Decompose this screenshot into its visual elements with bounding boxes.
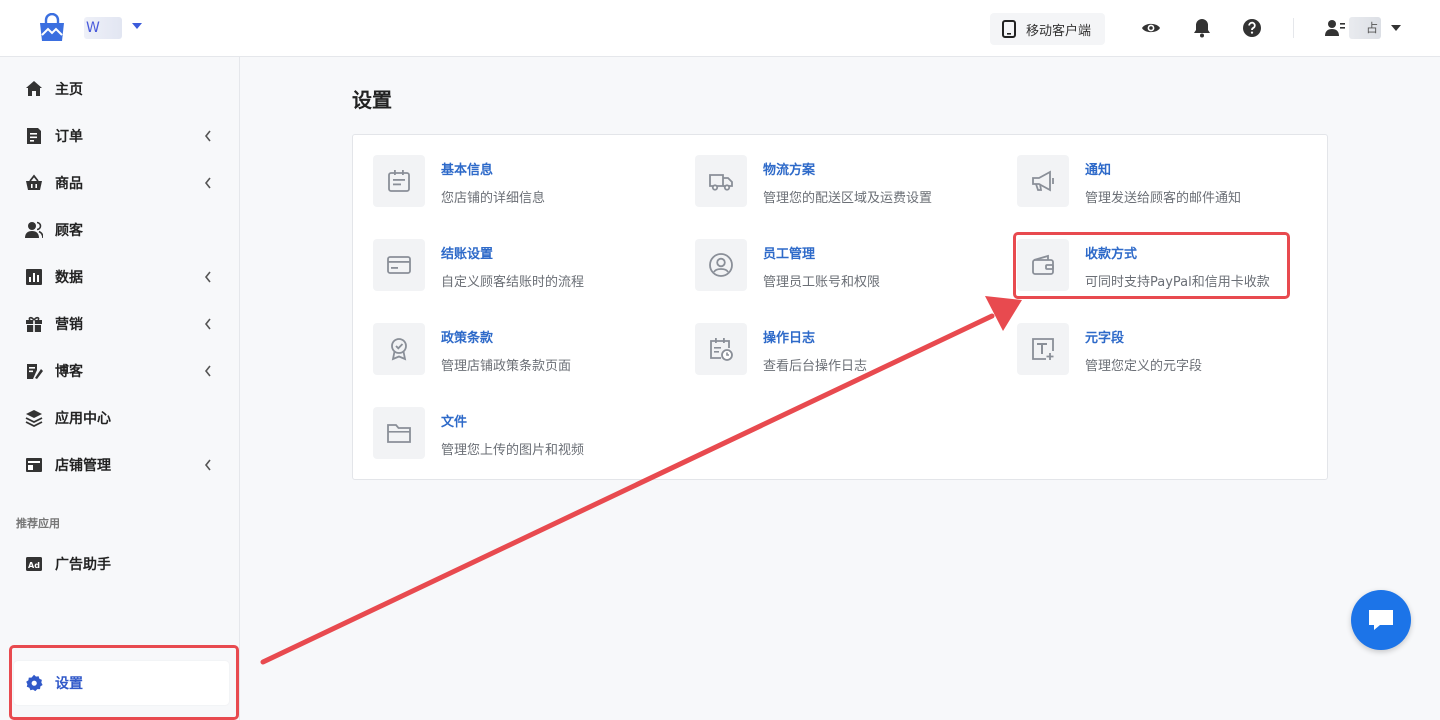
order-icon <box>27 128 41 144</box>
tile-title[interactable]: 员工管理 <box>763 243 880 262</box>
sidebar-item-customers[interactable]: 顾客 <box>0 210 239 250</box>
tile-operation-log[interactable]: 操作日志查看后台操作日志 <box>695 323 867 375</box>
sidebar-item-label: 主页 <box>55 82 83 98</box>
chart-icon <box>26 269 42 285</box>
chat-bubble-icon <box>1369 610 1393 630</box>
tile-desc: 管理您的配送区域及运费设置 <box>763 191 933 206</box>
blog-icon <box>27 364 43 379</box>
sidebar-item-label: 数据 <box>55 270 83 286</box>
svg-text:Ad: Ad <box>28 561 40 570</box>
help-icon[interactable] <box>1241 17 1263 39</box>
sidebar-item-label: 顾客 <box>55 223 83 239</box>
badge-icon <box>391 338 407 361</box>
sidebar-item-orders[interactable]: 订单 <box>0 116 239 156</box>
tile-title[interactable]: 元字段 <box>1085 327 1202 346</box>
layers-icon <box>25 410 43 427</box>
chevron-left-icon[interactable] <box>204 459 212 471</box>
tile-desc: 管理店铺政策条款页面 <box>441 359 572 374</box>
chevron-left-icon[interactable] <box>204 177 212 189</box>
settings-card: 基本信息您店铺的详细信息 物流方案管理您的配送区域及运费设置 通知管理发送给顾客… <box>352 134 1328 480</box>
phone-icon <box>1002 20 1016 38</box>
sidebar-item-label: 订单 <box>55 129 83 145</box>
sidebar-item-home[interactable]: 主页 <box>0 69 239 109</box>
customers-icon <box>25 221 43 239</box>
store-dropdown-icon[interactable] <box>132 23 142 29</box>
user-dropdown-icon[interactable] <box>1391 25 1401 31</box>
chevron-left-icon[interactable] <box>204 130 212 142</box>
sidebar-item-label: 营销 <box>55 317 83 333</box>
tile-title[interactable]: 操作日志 <box>763 327 867 346</box>
chat-button[interactable] <box>1351 590 1411 650</box>
store-name[interactable]: W <box>84 17 122 39</box>
tile-policies[interactable]: 政策条款管理店铺政策条款页面 <box>373 323 571 375</box>
sidebar-item-app-center[interactable]: 应用中心 <box>0 398 239 438</box>
user-icon <box>1325 20 1345 36</box>
recommended-apps-label: 推荐应用 <box>16 517 60 530</box>
sidebar: 主页 订单 商品 顾客 数据 营销 博客 应用中心 店铺管理 推荐应用 Ad 广… <box>0 57 240 720</box>
tile-checkout[interactable]: 结账设置自定义顾客结账时的流程 <box>373 239 584 291</box>
tile-notifications[interactable]: 通知管理发送给顾客的邮件通知 <box>1017 155 1241 207</box>
logo-bag-icon[interactable] <box>38 13 66 43</box>
chevron-left-icon[interactable] <box>204 318 212 330</box>
tile-desc: 管理您定义的元字段 <box>1085 359 1203 374</box>
megaphone-icon <box>1032 170 1054 192</box>
tile-title[interactable]: 文件 <box>441 411 584 430</box>
sidebar-item-label: 广告助手 <box>55 557 111 573</box>
text-plus-icon <box>1032 338 1054 360</box>
header-divider <box>1293 18 1294 38</box>
tile-staff[interactable]: 员工管理管理员工账号和权限 <box>695 239 880 291</box>
sidebar-item-store-management[interactable]: 店铺管理 <box>0 445 239 485</box>
tile-files[interactable]: 文件管理您上传的图片和视频 <box>373 407 584 459</box>
tile-title[interactable]: 物流方案 <box>763 159 932 178</box>
home-icon <box>26 81 42 96</box>
tile-title[interactable]: 结账设置 <box>441 243 584 262</box>
tile-shipping[interactable]: 物流方案管理您的配送区域及运费设置 <box>695 155 932 207</box>
ad-icon: Ad <box>26 557 42 571</box>
card-icon <box>387 256 411 274</box>
top-header: W 移动客户端 占 <box>0 0 1440 57</box>
page-title: 设置 <box>352 88 392 112</box>
sidebar-item-ad-assistant[interactable]: Ad 广告助手 <box>0 544 239 584</box>
store-icon <box>26 458 42 472</box>
sidebar-item-data[interactable]: 数据 <box>0 257 239 297</box>
bell-icon[interactable] <box>1191 17 1213 39</box>
tile-title[interactable]: 政策条款 <box>441 327 571 346</box>
highlight-payment-methods <box>1013 232 1290 299</box>
user-menu[interactable]: 占 <box>1325 17 1401 39</box>
tile-basic-info[interactable]: 基本信息您店铺的详细信息 <box>373 155 545 207</box>
calendar-note-icon <box>388 170 410 192</box>
sidebar-item-label: 博客 <box>55 364 83 380</box>
tile-metafields[interactable]: 元字段管理您定义的元字段 <box>1017 323 1202 375</box>
highlight-settings <box>9 645 239 720</box>
mobile-client-label: 移动客户端 <box>1026 23 1092 39</box>
tile-desc: 查看后台操作日志 <box>763 359 868 374</box>
chevron-left-icon[interactable] <box>204 365 212 377</box>
tile-desc: 管理您上传的图片和视频 <box>441 443 585 458</box>
folder-icon <box>387 424 411 443</box>
user-name: 占 <box>1349 17 1381 39</box>
user-circle-icon <box>709 253 733 277</box>
tile-desc: 您店铺的详细信息 <box>441 191 546 206</box>
sidebar-item-products[interactable]: 商品 <box>0 163 239 203</box>
tile-desc: 管理员工账号和权限 <box>763 275 881 290</box>
basket-icon <box>26 174 42 190</box>
sidebar-item-label: 商品 <box>55 176 83 192</box>
calendar-clock-icon <box>710 338 733 361</box>
gift-icon <box>26 316 42 332</box>
mobile-client-button[interactable]: 移动客户端 <box>990 13 1106 45</box>
chevron-left-icon[interactable] <box>204 271 212 283</box>
truck-icon <box>709 174 733 191</box>
tile-title[interactable]: 基本信息 <box>441 159 545 178</box>
sidebar-item-label: 店铺管理 <box>55 458 111 474</box>
tile-desc: 自定义顾客结账时的流程 <box>441 275 585 290</box>
eye-icon[interactable] <box>1140 17 1162 39</box>
tile-desc: 管理发送给顾客的邮件通知 <box>1085 191 1242 206</box>
sidebar-item-blog[interactable]: 博客 <box>0 351 239 391</box>
tile-title[interactable]: 通知 <box>1085 159 1241 178</box>
sidebar-item-marketing[interactable]: 营销 <box>0 304 239 344</box>
sidebar-item-label: 应用中心 <box>55 411 111 427</box>
